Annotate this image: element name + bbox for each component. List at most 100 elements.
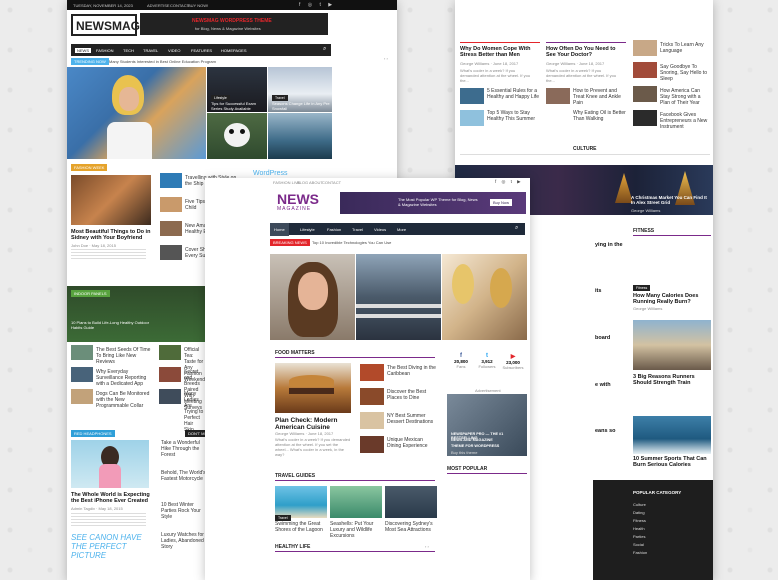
side-item[interactable]: Say Goodbye To Snoring, Say Hello to Sle…: [660, 64, 710, 82]
nav-more[interactable]: More: [397, 227, 406, 232]
food-title[interactable]: Plan Check: Modern American Cuisine: [275, 417, 355, 431]
side-item[interactable]: Facebook Gives Entrepreneurs a New Instr…: [660, 112, 710, 130]
travel-image-2[interactable]: [330, 486, 382, 518]
food-item[interactable]: Unique Mexican Dining Experience: [387, 437, 437, 449]
list-item[interactable]: Top 5 Ways to Stay Healthy This Summer: [487, 110, 542, 122]
front-logo[interactable]: NEWS MAGAZINE: [277, 192, 332, 216]
category-tag[interactable]: FASHION WEEK: [71, 164, 108, 171]
food-item[interactable]: The Best Diving in the Caribbean: [387, 365, 437, 377]
list-thumb[interactable]: [159, 367, 181, 382]
side-ad-card[interactable]: NEWSPAPER PRO — THE #1 BESTSELLING NEWS …: [447, 394, 527, 456]
category-item[interactable]: Fashion: [633, 550, 647, 555]
list-thumb[interactable]: [71, 367, 93, 382]
wordpress-text[interactable]: WordPress: [253, 170, 288, 177]
feature-image[interactable]: [71, 175, 151, 225]
hero-right-1[interactable]: Lifestyle Tips for Successful Exam Serie…: [207, 67, 267, 112]
panda-image[interactable]: [207, 113, 267, 159]
list-item[interactable]: 5 Essential Rules for a Healthy and Happ…: [487, 88, 542, 100]
search-icon[interactable]: ⌕: [323, 46, 326, 53]
stat-facebook[interactable]: f 20,800 Fans: [449, 353, 473, 369]
top-link[interactable]: ADVERTISE: [147, 3, 170, 8]
list-item[interactable]: Why Eating Oil is Better Than Walking: [573, 110, 628, 122]
fitness-title-1[interactable]: How Many Calories Does Running Really Bu…: [633, 293, 711, 305]
buy-now-button[interactable]: Buy Now: [490, 199, 513, 206]
side-item[interactable]: Tricks To Learn Any Language: [660, 42, 710, 54]
category-item[interactable]: Dating: [633, 510, 645, 515]
mag-tag[interactable]: RED HEADPHONES: [71, 430, 115, 437]
green-feature-1[interactable]: INDOOR PANELS 10 Plans to Build Life-Lon…: [67, 286, 207, 342]
nav-tech[interactable]: TECH: [123, 48, 134, 53]
category-item[interactable]: Health: [633, 526, 645, 531]
nav-lifestyle[interactable]: Lifestyle: [300, 227, 315, 232]
list-thumb[interactable]: [159, 345, 181, 360]
top-link[interactable]: BLOG: [297, 180, 308, 185]
list-thumb[interactable]: [160, 173, 182, 188]
list-thumb[interactable]: [160, 245, 182, 260]
hero-image[interactable]: [67, 67, 206, 159]
top-link[interactable]: CONTACT: [170, 3, 189, 8]
col-title[interactable]: Why Do Women Cope With Stress Better tha…: [460, 46, 540, 58]
travel-image-1[interactable]: [275, 486, 327, 518]
stat-youtube[interactable]: ▶ 23,000 Subscribers: [501, 353, 525, 370]
category-item[interactable]: Fitness: [633, 518, 646, 523]
ticker-text[interactable]: Many Students Interested in Best Online …: [109, 59, 216, 64]
hero-right-2[interactable]: Travel Seasons Change Life in Any Pre Sn…: [268, 67, 332, 112]
front-hero-1[interactable]: [270, 254, 355, 340]
list-thumb[interactable]: [460, 110, 484, 126]
list-thumb[interactable]: [360, 388, 384, 405]
list-item[interactable]: How to Prevent and Treat Knee and Ankle …: [573, 88, 628, 106]
list-item[interactable]: Dogs Can Be Monitored with the New Progr…: [96, 391, 151, 409]
list-thumb[interactable]: [160, 221, 182, 236]
food-item[interactable]: Discover the Best Places to Dine: [387, 389, 437, 401]
nav-features[interactable]: FEATURES: [191, 48, 212, 53]
top-link[interactable]: BUY NOW!: [188, 3, 208, 8]
search-icon[interactable]: ⌕: [515, 225, 518, 232]
list-thumb[interactable]: [633, 62, 657, 78]
burger-image[interactable]: [275, 363, 351, 413]
list-item[interactable]: Why Everyday Surveillance Reporting with…: [96, 369, 151, 387]
hero-right-title[interactable]: Tips for Successful Exam Series Study Av…: [211, 101, 266, 111]
social-icons[interactable]: f ◎ t ▶: [495, 179, 523, 185]
list-thumb[interactable]: [546, 88, 570, 104]
front-ad-banner[interactable]: The Most Popular WP Theme for Blog, News…: [340, 192, 526, 214]
fitness-image-2[interactable]: [633, 320, 711, 370]
chevron-left-icon[interactable]: ‹ ›: [384, 56, 388, 61]
nav-travel[interactable]: TRAVEL: [143, 48, 158, 53]
category-item[interactable]: Social: [633, 542, 644, 547]
social-icons[interactable]: f ◎ t ▶: [299, 2, 335, 8]
list-item[interactable]: Many Ladies Are Trying to Perfect Hair S…: [184, 391, 204, 433]
list-thumb[interactable]: [71, 389, 93, 404]
travel-title[interactable]: Discovering Sydney's Most Sea Attraction…: [385, 521, 437, 533]
list-item[interactable]: The Best Seeds Of Time To Bring Like New…: [96, 347, 151, 365]
list-thumb[interactable]: [460, 88, 484, 104]
nav-homepages[interactable]: HOMEPAGES: [221, 48, 247, 53]
side-item[interactable]: How America Can Stay Strong with a Plan …: [660, 88, 710, 106]
list-thumb[interactable]: [360, 364, 384, 381]
category-item[interactable]: Culture: [633, 502, 646, 507]
bottom-image[interactable]: [71, 440, 149, 488]
front-hero-3[interactable]: [442, 254, 527, 340]
right-col-item[interactable]: Behold, The World's Fastest Motorcycle: [161, 470, 206, 482]
nav-travel[interactable]: Travel: [352, 227, 363, 232]
fitness-title-3[interactable]: 10 Summer Sports That Can Burn Serious C…: [633, 456, 711, 468]
list-thumb[interactable]: [633, 110, 657, 126]
travel-title[interactable]: Swimming the Great Shores of the Lagoon: [275, 521, 327, 533]
list-thumb[interactable]: [360, 436, 384, 453]
chevron-icon[interactable]: ‹ ›: [425, 544, 429, 549]
list-thumb[interactable]: [633, 40, 657, 56]
top-link[interactable]: CONTACT: [322, 180, 341, 185]
travel-title[interactable]: Seashells: Put Your Luxury and Wildlife …: [330, 521, 382, 539]
right-col-item[interactable]: Luxury Watches for Ladies, Abandoned Sto…: [161, 532, 206, 550]
nav-news[interactable]: NEWS: [75, 48, 91, 53]
top-link[interactable]: ABOUT: [309, 180, 323, 185]
list-thumb[interactable]: [160, 197, 182, 212]
stat-twitter[interactable]: t 3,912 Followers: [475, 353, 499, 369]
col-title[interactable]: How Often Do You Need to See Your Doctor…: [546, 46, 626, 58]
nav-fashion[interactable]: FASHION: [96, 48, 114, 53]
culture-feature-title[interactable]: A Christmas Market You Can Find It In Al…: [631, 195, 711, 205]
nav-video[interactable]: VIDEO: [168, 48, 180, 53]
right-col-item[interactable]: 10 Best Winter Parties Rock Your Style: [161, 502, 206, 520]
list-thumb[interactable]: [71, 345, 93, 360]
right-col-item[interactable]: Take a Wonderful Hike Through the Forest: [161, 440, 206, 458]
category-item[interactable]: Parties: [633, 534, 645, 539]
